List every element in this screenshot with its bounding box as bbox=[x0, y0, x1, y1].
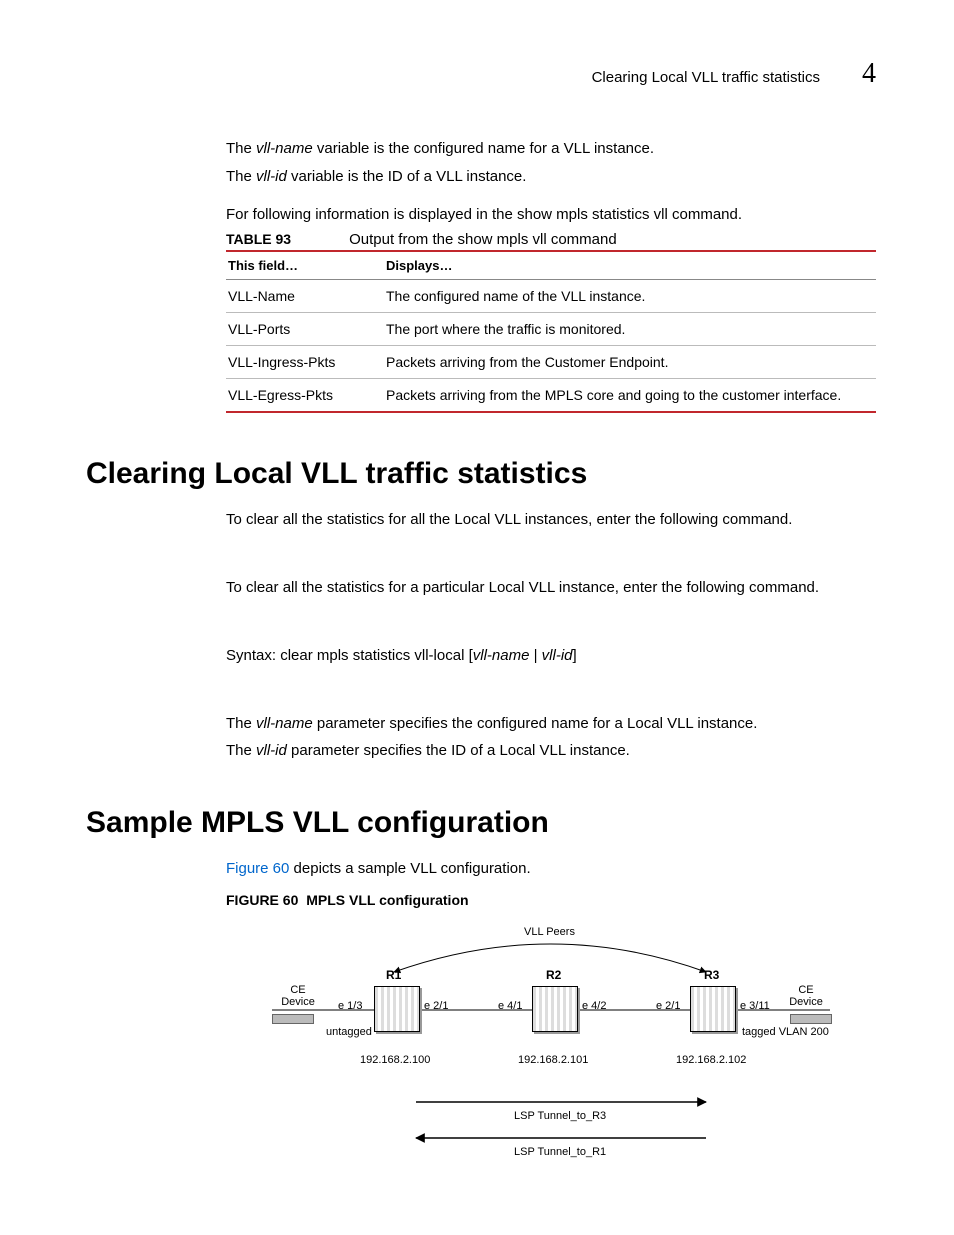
section-heading-clearing: Clearing Local VLL traffic statistics bbox=[86, 457, 876, 491]
label-r2: R2 bbox=[546, 968, 561, 982]
chapter-number: 4 bbox=[862, 58, 876, 90]
variable-vll-name: vll-name bbox=[473, 647, 530, 664]
intro-line-1: The vll-name variable is the configured … bbox=[226, 138, 876, 160]
label-vll-peers: VLL Peers bbox=[524, 926, 575, 938]
variable-vll-id: vll-id bbox=[256, 742, 287, 759]
text: The bbox=[226, 140, 256, 157]
clear-p1: To clear all the statistics for all the … bbox=[226, 509, 876, 531]
cell-field: VLL-Ingress-Pkts bbox=[226, 346, 384, 379]
intro-line-3: For following information is displayed i… bbox=[226, 204, 876, 226]
label-ce-left: CE Device bbox=[278, 984, 318, 1008]
label-ip1: 192.168.2.100 bbox=[360, 1054, 430, 1066]
cell-disp: Packets arriving from the Customer Endpo… bbox=[384, 346, 876, 379]
table-93: This field… Displays… VLL-Name The confi… bbox=[226, 250, 876, 413]
label-ce-right: CE Device bbox=[786, 984, 826, 1008]
clear-p2: To clear all the statistics for a partic… bbox=[226, 577, 876, 599]
router-r3-icon bbox=[690, 986, 736, 1032]
figure-60-diagram: VLL Peers CE Device R1 e 1/3 e 2/1 untag… bbox=[266, 924, 836, 1180]
cell-field: VLL-Egress-Pkts bbox=[226, 379, 384, 413]
text: The bbox=[226, 168, 256, 185]
figure-reference-link[interactable]: Figure 60 bbox=[226, 860, 289, 877]
table-head-field: This field… bbox=[226, 251, 384, 280]
text: Syntax: clear mpls statistics vll-local … bbox=[226, 647, 473, 664]
text: parameter specifies the configured name … bbox=[313, 715, 758, 732]
figure-label: FIGURE 60 bbox=[226, 892, 298, 908]
router-r1-icon bbox=[374, 986, 420, 1032]
label-untagged: untagged bbox=[326, 1026, 372, 1038]
router-r2-icon bbox=[532, 986, 578, 1032]
cell-field: VLL-Ports bbox=[226, 313, 384, 346]
figure-title: MPLS VLL configuration bbox=[306, 892, 468, 908]
label-e21l: e 2/1 bbox=[424, 1000, 448, 1012]
table-row: VLL-Ingress-Pkts Packets arriving from t… bbox=[226, 346, 876, 379]
table-row: VLL-Ports The port where the traffic is … bbox=[226, 313, 876, 346]
intro-line-2: The vll-id variable is the ID of a VLL i… bbox=[226, 166, 876, 188]
table-head-displays: Displays… bbox=[384, 251, 876, 280]
text: variable is the configured name for a VL… bbox=[313, 140, 654, 157]
figure-caption: FIGURE 60 MPLS VLL configuration bbox=[226, 890, 876, 910]
label-e311: e 3/11 bbox=[740, 1000, 770, 1012]
table-label: TABLE 93 bbox=[226, 231, 291, 247]
clear-p4: The vll-id parameter specifies the ID of… bbox=[226, 740, 876, 762]
variable-vll-name: vll-name bbox=[256, 715, 313, 732]
cell-disp: The configured name of the VLL instance. bbox=[384, 280, 876, 313]
variable-vll-id: vll-id bbox=[256, 168, 287, 185]
ce-device-left-icon bbox=[272, 1014, 314, 1024]
diagram-lines bbox=[266, 924, 836, 1180]
label-e42: e 4/2 bbox=[582, 1000, 606, 1012]
text: The bbox=[226, 742, 256, 759]
cell-disp: The port where the traffic is monitored. bbox=[384, 313, 876, 346]
text: parameter specifies the ID of a Local VL… bbox=[287, 742, 630, 759]
table-caption: Output from the show mpls vll command bbox=[349, 231, 617, 248]
label-e13: e 1/3 bbox=[338, 1000, 362, 1012]
text: depicts a sample VLL configuration. bbox=[289, 860, 530, 877]
table-row: VLL-Egress-Pkts Packets arriving from th… bbox=[226, 379, 876, 413]
label-r1: R1 bbox=[386, 968, 401, 982]
label-e21r: e 2/1 bbox=[656, 1000, 680, 1012]
label-ip2: 192.168.2.101 bbox=[518, 1054, 588, 1066]
sample-p1: Figure 60 depicts a sample VLL configura… bbox=[226, 858, 876, 880]
clear-p3: The vll-name parameter specifies the con… bbox=[226, 713, 876, 735]
label-tagged: tagged VLAN 200 bbox=[742, 1026, 829, 1038]
label-ip3: 192.168.2.102 bbox=[676, 1054, 746, 1066]
text: variable is the ID of a VLL instance. bbox=[287, 168, 527, 185]
table-row: VLL-Name The configured name of the VLL … bbox=[226, 280, 876, 313]
ce-device-right-icon bbox=[790, 1014, 832, 1024]
label-lsp2: LSP Tunnel_to_R1 bbox=[514, 1146, 606, 1158]
section-heading-sample: Sample MPLS VLL configuration bbox=[86, 806, 876, 840]
cell-disp: Packets arriving from the MPLS core and … bbox=[384, 379, 876, 413]
clear-syntax: Syntax: clear mpls statistics vll-local … bbox=[226, 645, 876, 667]
label-e41: e 4/1 bbox=[498, 1000, 522, 1012]
running-header: Clearing Local VLL traffic statistics 4 bbox=[86, 58, 876, 90]
text: ] bbox=[573, 647, 577, 664]
label-r3: R3 bbox=[704, 968, 719, 982]
label-lsp1: LSP Tunnel_to_R3 bbox=[514, 1110, 606, 1122]
variable-vll-name: vll-name bbox=[256, 140, 313, 157]
text: | bbox=[529, 647, 541, 664]
variable-vll-id: vll-id bbox=[542, 647, 573, 664]
cell-field: VLL-Name bbox=[226, 280, 384, 313]
text: The bbox=[226, 715, 256, 732]
running-title: Clearing Local VLL traffic statistics bbox=[592, 69, 820, 86]
